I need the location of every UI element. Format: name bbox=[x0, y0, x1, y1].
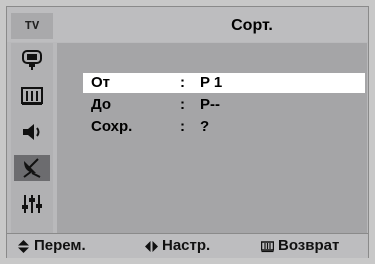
speaker-icon bbox=[23, 124, 40, 140]
menu-content: От : P 1 До : P-- Сохр. : ? bbox=[57, 43, 367, 233]
settings-sliders-icon bbox=[22, 195, 42, 213]
up-down-arrows-icon bbox=[18, 239, 29, 253]
row-from[interactable]: От : P 1 bbox=[83, 73, 365, 93]
row-label: Сохр. bbox=[91, 118, 133, 135]
footer-move: Перем. bbox=[17, 236, 86, 256]
sidebar-item-setup[interactable] bbox=[14, 191, 50, 217]
row-to[interactable]: До : P-- bbox=[83, 95, 365, 115]
menu-footer: Перем. Настр. Возврат bbox=[7, 233, 368, 258]
left-right-arrows-icon bbox=[145, 240, 158, 252]
sidebar bbox=[11, 43, 53, 233]
footer-adjust: Настр. bbox=[145, 236, 210, 256]
menu-header: TV Сорт. bbox=[7, 7, 368, 42]
footer-adjust-label: Настр. bbox=[162, 237, 211, 254]
footer-return-label: Возврат bbox=[278, 237, 340, 254]
row-value: ? bbox=[200, 118, 210, 135]
row-colon: : bbox=[180, 118, 185, 135]
row-value: P-- bbox=[200, 96, 220, 113]
sidebar-item-sound[interactable] bbox=[14, 119, 50, 145]
tv-frame: TV Сорт. От: P 1 До: P-- Сохр.: ? Пер… bbox=[0, 0, 375, 264]
sidebar-item-picture[interactable] bbox=[14, 47, 50, 73]
source-label: TV bbox=[11, 13, 53, 39]
footer-return: Возврат bbox=[261, 236, 339, 256]
row-value: P 1 bbox=[200, 74, 223, 91]
row-colon: : bbox=[180, 96, 185, 113]
row-label: От bbox=[91, 74, 111, 91]
grid-screen-icon bbox=[21, 87, 43, 105]
row-colon: : bbox=[180, 74, 185, 91]
sidebar-item-channel[interactable] bbox=[14, 155, 50, 181]
page-title: Сорт. bbox=[231, 17, 273, 34]
sidebar-item-screen[interactable] bbox=[14, 83, 50, 109]
picture-icon bbox=[22, 50, 42, 70]
satellite-antenna-icon bbox=[23, 158, 41, 178]
osd-menu: TV Сорт. От: P 1 До: P-- Сохр.: ? Пер… bbox=[6, 6, 369, 258]
row-label: До bbox=[91, 96, 112, 113]
footer-move-label: Перем. bbox=[34, 237, 86, 254]
row-store[interactable]: Сохр. : ? bbox=[83, 117, 365, 137]
menu-grid-icon bbox=[261, 240, 274, 252]
